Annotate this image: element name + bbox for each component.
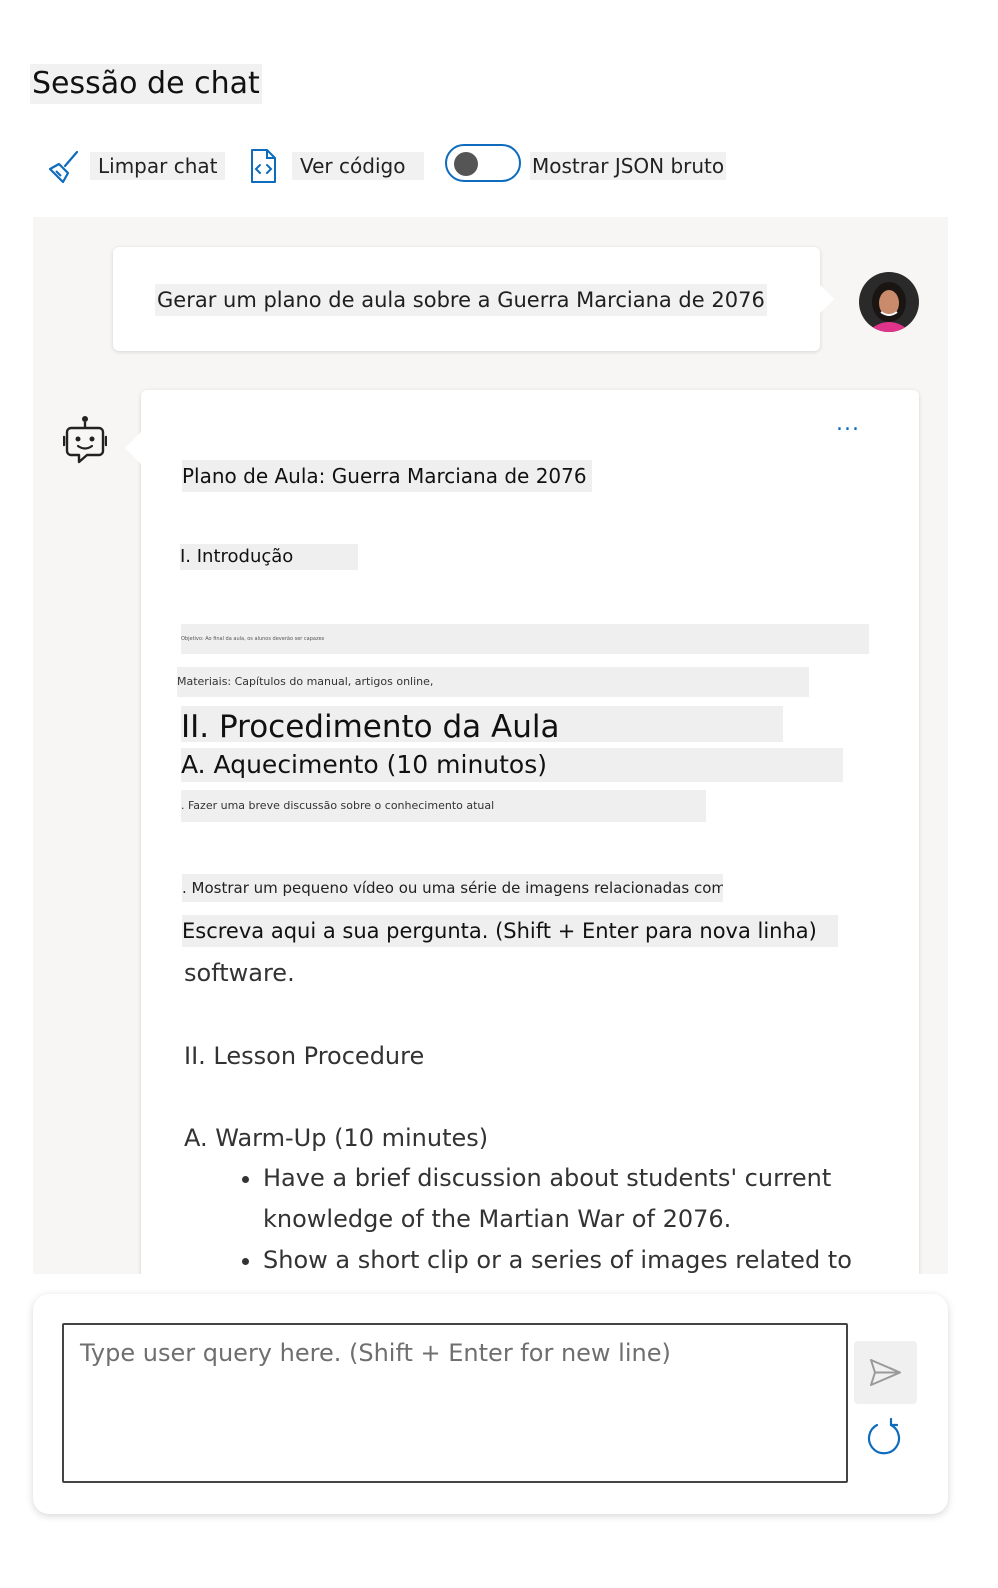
lesson-title: Plano de Aula: Guerra Marciana de 2076 (182, 460, 592, 492)
user-message-text: Gerar um plano de aula sobre a Guerra Ma… (155, 284, 767, 316)
user-message: Gerar um plano de aula sobre a Guerra Ma… (113, 247, 834, 351)
raw-json-toggle[interactable] (445, 144, 521, 182)
bot-icon (63, 416, 107, 464)
overlay-placeholder-text: Escreva aqui a sua pergunta. (Shift + En… (182, 915, 838, 947)
clear-chat-button[interactable]: Limpar chat (90, 152, 226, 180)
warm-up-heading: A. Warm-Up (10 minutes) (184, 1124, 489, 1152)
toggle-knob (454, 152, 478, 176)
lesson-procedure-heading: II. Lesson Procedure (184, 1042, 425, 1070)
more-options-button[interactable]: ... (833, 413, 863, 438)
software-text: software. (184, 959, 295, 987)
user-avatar (859, 272, 919, 332)
list-item: Have a brief discussion about students' … (263, 1158, 903, 1240)
warmup-item-1: . Fazer uma breve discussão sobre o conh… (181, 790, 706, 822)
objective-line: Objetivo: Ao final da aula, os alunos de… (181, 624, 869, 654)
warmup-heading: A. Aquecimento (10 minutos) (181, 748, 843, 782)
code-file-icon[interactable] (243, 146, 283, 186)
warmup-item-2: . Mostrar um pequeno vídeo ou uma série … (182, 874, 723, 902)
send-button[interactable] (854, 1341, 917, 1404)
list-item: Show a short clip or a series of images … (263, 1240, 903, 1274)
warm-up-bullet-list: Have a brief discussion about students' … (227, 1158, 903, 1274)
chat-pane[interactable]: Gerar um plano de aula sobre a Guerra Ma… (33, 217, 948, 1274)
chat-toolbar: Limpar chat Ver código Mostrar JSON brut… (40, 138, 760, 194)
refresh-icon[interactable] (864, 1416, 906, 1458)
section-intro: I. Introdução (180, 544, 358, 570)
page-title: Sessão de chat (30, 64, 262, 104)
send-icon (870, 1359, 901, 1386)
procedure-heading: II. Procedimento da Aula (181, 706, 783, 742)
broom-icon[interactable] (44, 146, 84, 186)
query-input[interactable] (62, 1323, 848, 1483)
raw-json-label: Mostrar JSON bruto (530, 152, 727, 180)
bot-message: ... Plano de Aula: Guerra Marciana de 20… (125, 390, 919, 1274)
view-code-button[interactable]: Ver código (292, 152, 424, 180)
materials-line: Materiais: Capítulos do manual, artigos … (177, 667, 809, 697)
composer (33, 1294, 948, 1514)
